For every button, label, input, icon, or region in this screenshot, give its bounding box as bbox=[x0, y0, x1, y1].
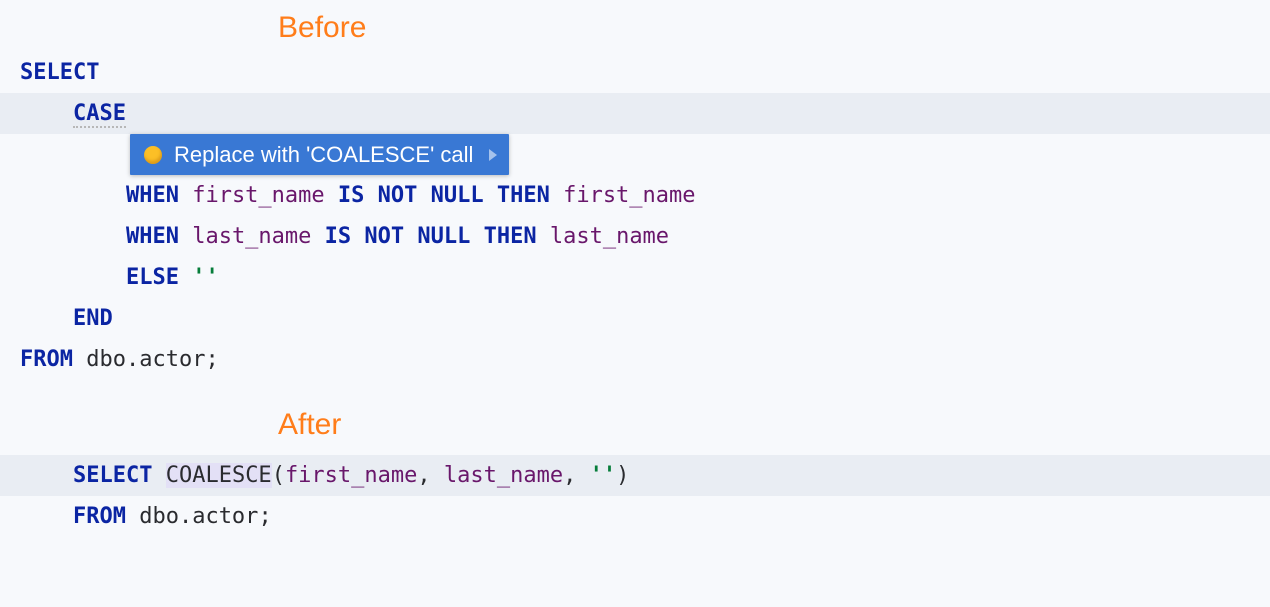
paren-close: ) bbox=[616, 463, 629, 488]
keyword-case: CASE bbox=[73, 101, 126, 128]
string-literal: '' bbox=[590, 463, 617, 488]
code-line: Replace with 'COALESCE' call bbox=[0, 134, 1270, 175]
code-line: CASE bbox=[0, 93, 1270, 134]
identifier: first_name bbox=[563, 183, 695, 208]
keyword-end: END bbox=[73, 306, 113, 331]
keyword-when: WHEN bbox=[126, 224, 179, 249]
intention-action-popup[interactable]: Replace with 'COALESCE' call bbox=[130, 134, 509, 175]
keyword-isnotnull-then: IS NOT NULL THEN bbox=[338, 183, 550, 208]
code-line: WHEN last_name IS NOT NULL THEN last_nam… bbox=[0, 216, 1270, 257]
chevron-right-icon bbox=[489, 149, 497, 161]
comma: , bbox=[417, 463, 444, 488]
string-literal: '' bbox=[192, 265, 219, 290]
heading-before: Before bbox=[0, 0, 1270, 52]
identifier: last_name bbox=[444, 463, 563, 488]
keyword-select: SELECT bbox=[73, 463, 152, 488]
identifier: last_name bbox=[192, 224, 311, 249]
code-line: SELECT COALESCE(first_name, last_name, '… bbox=[0, 455, 1270, 496]
function-coalesce: COALESCE bbox=[166, 463, 272, 488]
keyword-from: FROM bbox=[73, 504, 126, 529]
lightbulb-icon bbox=[144, 146, 162, 164]
intention-action-label: Replace with 'COALESCE' call bbox=[174, 134, 473, 175]
keyword-from: FROM bbox=[20, 347, 73, 372]
code-line: SELECT bbox=[0, 52, 1270, 93]
heading-after: After bbox=[0, 380, 1270, 455]
keyword-select: SELECT bbox=[20, 60, 99, 85]
keyword-isnotnull-then: IS NOT NULL THEN bbox=[325, 224, 537, 249]
code-line: END bbox=[0, 298, 1270, 339]
semicolon: ; bbox=[258, 504, 271, 529]
semicolon: ; bbox=[205, 347, 218, 372]
code-line: ELSE '' bbox=[0, 257, 1270, 298]
comma: , bbox=[563, 463, 590, 488]
identifier: first_name bbox=[285, 463, 417, 488]
keyword-when: WHEN bbox=[126, 183, 179, 208]
code-line: FROM dbo.actor; bbox=[0, 339, 1270, 380]
keyword-else: ELSE bbox=[126, 265, 179, 290]
table-ref: dbo.actor bbox=[139, 504, 258, 529]
code-line: WHEN first_name IS NOT NULL THEN first_n… bbox=[0, 175, 1270, 216]
identifier: last_name bbox=[550, 224, 669, 249]
paren-open: ( bbox=[272, 463, 285, 488]
code-line: FROM dbo.actor; bbox=[0, 496, 1270, 537]
identifier: first_name bbox=[192, 183, 324, 208]
table-ref: dbo.actor bbox=[86, 347, 205, 372]
